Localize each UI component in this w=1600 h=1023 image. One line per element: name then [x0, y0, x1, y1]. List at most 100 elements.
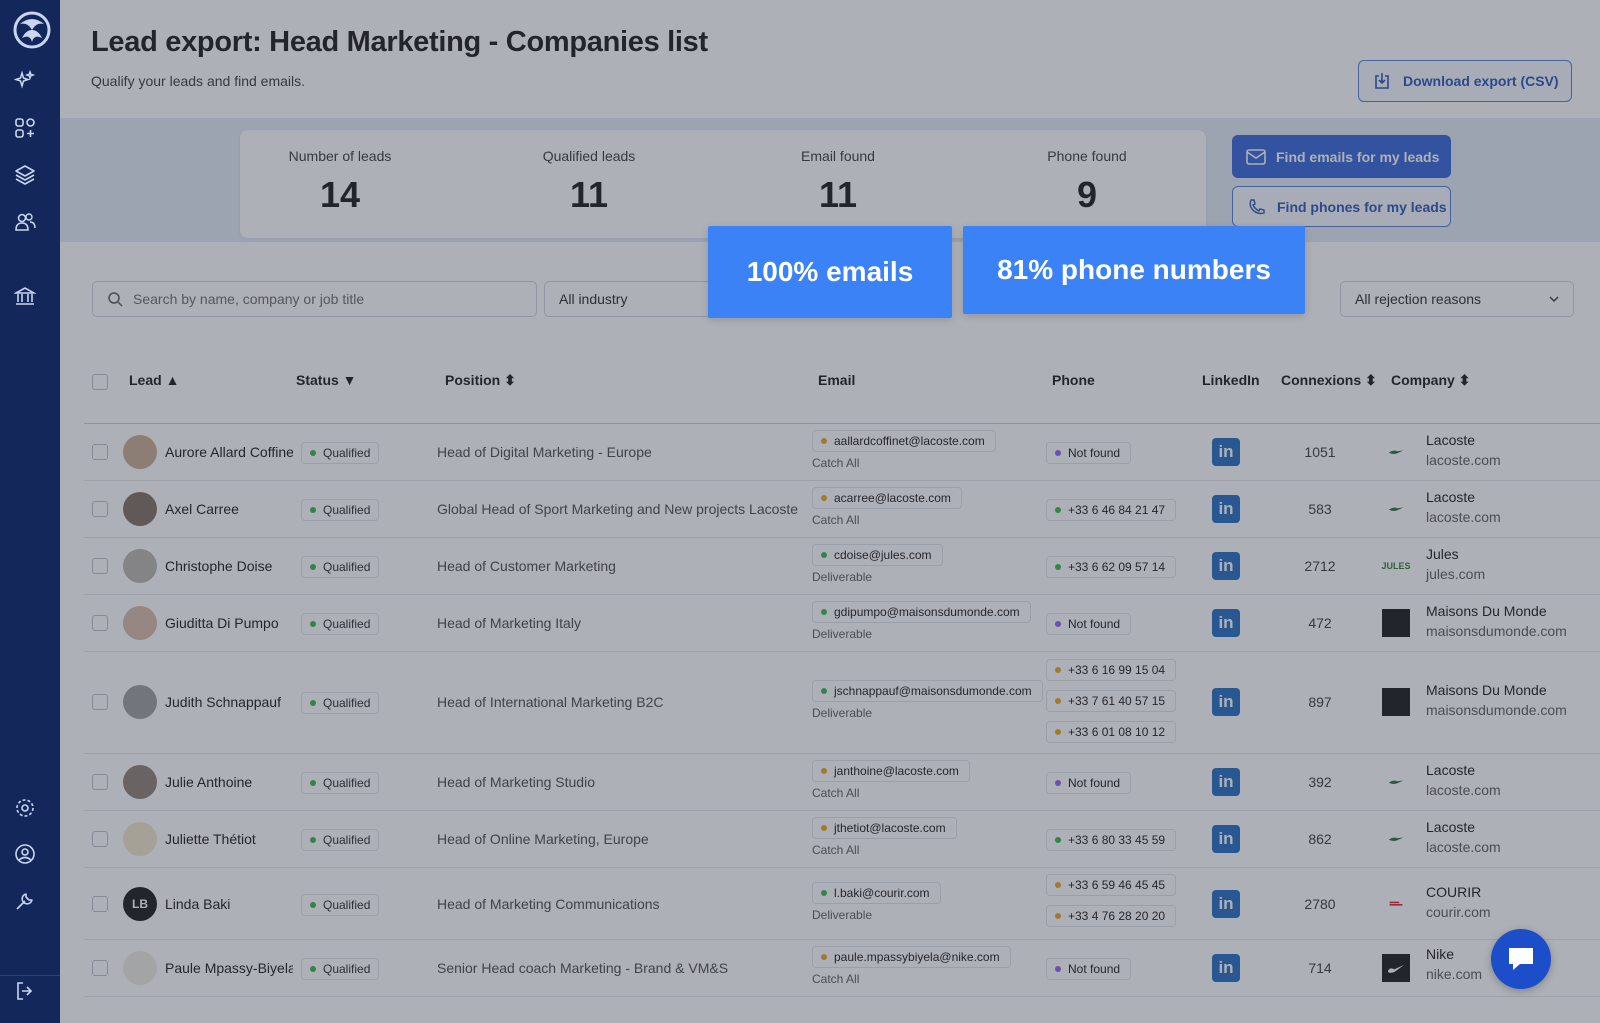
linkedin-icon[interactable]: in: [1212, 688, 1240, 716]
position-text: Senior Head coach Marketing - Brand & VM…: [437, 960, 729, 976]
email-pill[interactable]: acarree@lacoste.com: [812, 487, 962, 509]
table-row[interactable]: Axel Carree Qualified Global Head of Spo…: [84, 481, 1600, 538]
phone-text: +33 4 76 28 20 20: [1068, 909, 1166, 923]
company-domain: maisonsdumonde.com: [1426, 623, 1567, 639]
rejection-reasons-select[interactable]: All rejection reasons: [1340, 281, 1574, 317]
connexions-count: 714: [1308, 960, 1332, 976]
layers-icon[interactable]: [14, 164, 36, 186]
lead-name[interactable]: Juliette Thétiot: [165, 831, 256, 847]
row-checkbox[interactable]: [92, 774, 108, 790]
row-checkbox[interactable]: [92, 960, 108, 976]
app-logo-icon[interactable]: [12, 10, 52, 50]
table-row[interactable]: LB Linda Baki Qualified Head of Marketin…: [84, 868, 1600, 940]
linkedin-icon[interactable]: in: [1212, 609, 1240, 637]
lead-name[interactable]: Judith Schnappauf: [165, 694, 281, 710]
email-pill[interactable]: aallardcoffinet@lacoste.com: [812, 430, 996, 452]
email-pill[interactable]: l.baki@courir.com: [812, 882, 941, 904]
phone-text: Not found: [1068, 446, 1121, 460]
apps-icon[interactable]: [14, 117, 36, 139]
column-status[interactable]: Status ▼: [296, 372, 357, 388]
table-row[interactable]: Paule Mpassy-Biyela Qualified Senior Hea…: [84, 940, 1600, 997]
row-checkbox[interactable]: [92, 558, 108, 574]
wrench-icon[interactable]: [14, 890, 36, 912]
download-icon: [1375, 73, 1389, 89]
sparkles-icon[interactable]: [13, 69, 36, 92]
status-text: Qualified: [323, 560, 371, 574]
column-position[interactable]: Position ⬍: [445, 372, 516, 389]
column-connexions[interactable]: Connexions ⬍: [1281, 372, 1377, 389]
linkedin-icon[interactable]: in: [1212, 954, 1240, 982]
table-row[interactable]: Giuditta Di Pumpo Qualified Head of Mark…: [84, 595, 1600, 652]
lead-name[interactable]: Linda Baki: [165, 896, 230, 912]
linkedin-icon[interactable]: in: [1212, 438, 1240, 466]
linkedin-icon[interactable]: in: [1212, 495, 1240, 523]
row-checkbox[interactable]: [92, 615, 108, 631]
row-checkbox[interactable]: [92, 896, 108, 912]
row-checkbox[interactable]: [92, 444, 108, 460]
chat-icon: [1509, 948, 1533, 970]
logout-icon[interactable]: [14, 980, 36, 1002]
phone-pill[interactable]: +33 6 59 46 45 45: [1046, 874, 1177, 896]
find-emails-button[interactable]: Find emails for my leads: [1232, 135, 1451, 178]
email-pill[interactable]: gdipumpo@maisonsdumonde.com: [812, 601, 1031, 623]
phone-text: +33 6 46 84 21 47: [1068, 503, 1166, 517]
search-field[interactable]: [92, 281, 537, 317]
connexions-count: 392: [1308, 774, 1332, 790]
email-pill[interactable]: paule.mpassybiyela@nike.com: [812, 946, 1011, 968]
linkedin-icon[interactable]: in: [1212, 825, 1240, 853]
lacoste-logo-icon: [1382, 825, 1410, 853]
lead-name[interactable]: Giuditta Di Pumpo: [165, 615, 279, 631]
row-checkbox[interactable]: [92, 831, 108, 847]
lead-name[interactable]: Aurore Allard Coffinet: [165, 444, 293, 460]
table-row[interactable]: Judith Schnappauf Qualified Head of Inte…: [84, 652, 1600, 754]
search-input[interactable]: [133, 291, 513, 307]
lead-name[interactable]: Axel Carree: [165, 501, 239, 517]
lead-name[interactable]: Julie Anthoine: [165, 774, 252, 790]
bank-icon[interactable]: [12, 285, 38, 307]
table-header: Lead ▲ Status ▼ Position ⬍ Email Phone L…: [92, 362, 1600, 422]
download-export-button[interactable]: Download export (CSV): [1358, 60, 1572, 102]
row-checkbox[interactable]: [92, 501, 108, 517]
table-row[interactable]: Aurore Allard Coffinet Qualified Head of…: [84, 424, 1600, 481]
row-checkbox[interactable]: [92, 694, 108, 710]
table-row[interactable]: Julie Anthoine Qualified Head of Marketi…: [84, 754, 1600, 811]
table-row[interactable]: Juliette Thétiot Qualified Head of Onlin…: [84, 811, 1600, 868]
table-row[interactable]: Christophe Doise Qualified Head of Custo…: [84, 538, 1600, 595]
linkedin-icon[interactable]: in: [1212, 768, 1240, 796]
users-icon[interactable]: [14, 211, 36, 233]
company-domain: jules.com: [1426, 566, 1486, 582]
avatar: [123, 951, 157, 985]
chat-support-button[interactable]: [1491, 929, 1551, 989]
company-domain: nike.com: [1426, 966, 1483, 982]
highlight-phones-callout: 81% phone numbers: [963, 226, 1305, 314]
email-pill[interactable]: jschnappauf@maisonsdumonde.com: [812, 680, 1043, 702]
email-text: aallardcoffinet@lacoste.com: [834, 434, 985, 448]
account-icon[interactable]: [14, 843, 36, 865]
avatar: [123, 549, 157, 583]
phone-pill[interactable]: +33 4 76 28 20 20: [1046, 905, 1177, 927]
phone-pill[interactable]: +33 6 16 99 15 04: [1046, 659, 1177, 681]
phone-pill[interactable]: +33 6 01 08 10 12: [1046, 721, 1177, 743]
lead-name[interactable]: Paule Mpassy-Biyela: [165, 960, 293, 976]
phone-pill[interactable]: +33 6 46 84 21 47: [1046, 499, 1177, 521]
settings-icon[interactable]: [14, 797, 36, 819]
find-phones-button[interactable]: Find phones for my leads: [1232, 186, 1451, 227]
linkedin-icon[interactable]: in: [1212, 890, 1240, 918]
email-status: Catch All: [812, 972, 860, 986]
position-text: Head of Marketing Italy: [437, 615, 581, 631]
column-company[interactable]: Company ⬍: [1391, 372, 1470, 389]
email-text: janthoine@lacoste.com: [834, 764, 959, 778]
email-pill[interactable]: jthetiot@lacoste.com: [812, 817, 957, 839]
email-pill[interactable]: cdoise@jules.com: [812, 544, 943, 566]
linkedin-icon[interactable]: in: [1212, 552, 1240, 580]
column-lead[interactable]: Lead ▲: [129, 372, 179, 388]
phone-pill[interactable]: +33 7 61 40 57 15: [1046, 690, 1177, 712]
phone-pill[interactable]: +33 6 80 33 45 59: [1046, 829, 1177, 851]
phone-text: +33 7 61 40 57 15: [1068, 694, 1166, 708]
company-domain: lacoste.com: [1426, 452, 1501, 468]
email-pill[interactable]: janthoine@lacoste.com: [812, 760, 970, 782]
select-all-checkbox[interactable]: [92, 374, 108, 390]
phone-pill[interactable]: +33 6 62 09 57 14: [1046, 556, 1177, 578]
lead-name[interactable]: Christophe Doise: [165, 558, 272, 574]
email-status: Catch All: [812, 513, 860, 527]
